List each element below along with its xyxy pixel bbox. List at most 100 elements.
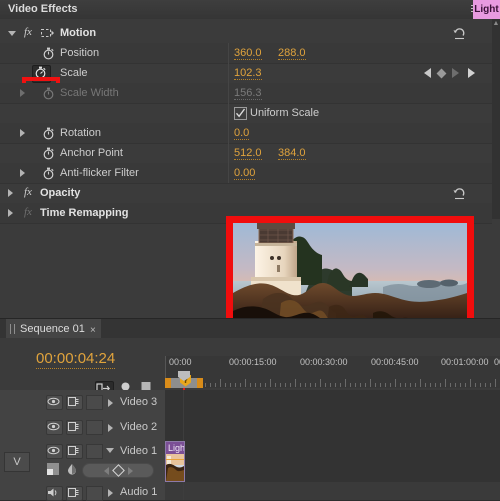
chevron-right-icon[interactable]	[108, 424, 113, 432]
keyframe-nav-scale[interactable]	[424, 68, 475, 78]
fx-icon: fx	[24, 206, 32, 218]
work-area-bar[interactable]	[165, 378, 500, 388]
timeline-clip[interactable]: Ligh	[165, 441, 185, 482]
add-keyframe-diamond-icon[interactable]	[436, 68, 447, 78]
sync-lock-icon[interactable]	[66, 444, 83, 459]
prev-keyframe-icon[interactable]	[103, 466, 109, 475]
eye-icon[interactable]	[46, 420, 63, 435]
sync-lock-icon[interactable]	[66, 395, 83, 410]
track-video-2[interactable]: Video 2	[0, 415, 500, 441]
clip-keyframe-line[interactable]	[166, 459, 184, 460]
track-header[interactable]: V Video 1	[0, 440, 166, 482]
prev-keyframe-icon[interactable]	[424, 68, 431, 78]
stopwatch-icon-scale-width[interactable]	[42, 87, 55, 100]
chevron-down-icon[interactable]	[106, 448, 114, 453]
row-divider	[228, 123, 493, 143]
property-row-uniform-scale[interactable]: Uniform Scale	[0, 103, 492, 124]
property-value-scale[interactable]: 102.3	[234, 67, 262, 80]
effect-group-opacity[interactable]: fx Opacity	[0, 183, 492, 204]
panel-title: Video Effects	[8, 3, 78, 15]
chevron-right-icon[interactable]	[108, 399, 113, 407]
tab-light[interactable]: Light	[473, 0, 500, 19]
stopwatch-icon-position[interactable]	[42, 47, 55, 60]
track-label-video-2: Video 2	[120, 421, 158, 433]
next-keyframe-icon[interactable]	[452, 68, 459, 78]
scroll-up-icon[interactable]: ▲	[492, 19, 500, 29]
effect-controls-scrollbar[interactable]	[492, 19, 500, 219]
property-value-anchor-y[interactable]: 384.0	[278, 147, 306, 160]
track-content[interactable]	[165, 482, 500, 500]
track-content[interactable]	[165, 415, 500, 440]
clip-label: Ligh	[166, 442, 184, 454]
property-value-scale-width[interactable]: 156.3	[234, 87, 262, 100]
property-label-scale-width: Scale Width	[60, 87, 119, 99]
sync-lock-icon[interactable]	[66, 420, 83, 435]
sync-lock-icon[interactable]	[66, 486, 83, 501]
track-label-video-3: Video 3	[120, 396, 158, 408]
stopwatch-icon-anchor-point[interactable]	[42, 147, 55, 160]
property-row-scale[interactable]: Scale 102.3	[0, 63, 492, 84]
timeline-tab-sequence-01[interactable]: Sequence 01 ×	[6, 319, 101, 339]
uniform-scale-checkbox[interactable]	[234, 107, 247, 120]
track-target-box[interactable]	[86, 395, 103, 410]
track-target-box[interactable]	[86, 486, 103, 501]
timeline-tab-label: Sequence 01	[20, 323, 85, 335]
property-row-scale-width[interactable]: Scale Width 156.3	[0, 83, 492, 104]
source-track-indicator-v[interactable]: V	[4, 452, 30, 472]
property-label-anti-flicker: Anti-flicker Filter	[60, 167, 139, 179]
opacity-icon[interactable]	[66, 463, 78, 478]
reset-icon-motion[interactable]	[452, 26, 466, 40]
property-label-uniform-scale: Uniform Scale	[250, 107, 320, 119]
eye-icon[interactable]	[46, 444, 63, 459]
chevron-right-icon[interactable]	[8, 189, 13, 197]
track-header[interactable]: Video 3	[0, 390, 166, 415]
property-row-anchor-point[interactable]: Anchor Point 512.0 384.0	[0, 143, 492, 164]
property-label-position: Position	[60, 47, 100, 59]
next-keyframe-icon[interactable]	[127, 466, 133, 475]
track-audio-1[interactable]: Audio 1	[0, 482, 500, 501]
property-value-position-y[interactable]: 288.0	[278, 47, 306, 60]
property-row-anti-flicker[interactable]: Anti-flicker Filter 0.00	[0, 163, 492, 184]
fx-icon: fx	[24, 26, 32, 38]
speaker-icon[interactable]	[46, 486, 63, 501]
track-content[interactable]: Ligh	[165, 440, 500, 482]
effect-group-motion[interactable]: fx Motion	[0, 23, 492, 44]
transform-box-icon	[40, 28, 54, 41]
track-keyframe-nav[interactable]	[82, 463, 154, 478]
track-video-3[interactable]: Video 3	[0, 390, 500, 416]
keyframe-diamond-icon[interactable]	[111, 464, 125, 477]
timeline-panel-header: Sequence 01 ×	[0, 318, 500, 340]
eye-icon[interactable]	[46, 395, 63, 410]
tab-grip-icon	[10, 324, 15, 334]
ruler-label-3: 00:00:45:00	[371, 357, 419, 367]
property-value-rotation[interactable]: 0.0	[234, 127, 250, 140]
effect-group-label-opacity: Opacity	[40, 187, 81, 199]
property-row-rotation[interactable]: Rotation 0.0	[0, 123, 492, 144]
row-divider	[228, 143, 493, 163]
track-video-1[interactable]: V Video 1 Ligh	[0, 440, 500, 483]
track-header[interactable]: Video 2	[0, 415, 166, 440]
chevron-right-icon[interactable]	[20, 129, 25, 137]
property-row-position[interactable]: Position 360.0 288.0	[0, 43, 492, 64]
chevron-right-icon[interactable]	[20, 169, 25, 177]
property-label-scale: Scale	[60, 67, 88, 79]
chevron-right-icon[interactable]	[108, 489, 113, 497]
chevron-right-icon[interactable]	[20, 89, 25, 97]
next-arrow-icon[interactable]	[468, 68, 475, 78]
property-value-position-x[interactable]: 360.0	[234, 47, 262, 60]
ruler-label-5: 00:	[494, 357, 500, 367]
track-content[interactable]	[165, 390, 500, 415]
stopwatch-icon-rotation[interactable]	[42, 127, 55, 140]
track-header[interactable]: Audio 1	[0, 482, 166, 501]
timeline-timecode[interactable]: 00:00:04:24	[36, 350, 116, 369]
property-value-anchor-x[interactable]: 512.0	[234, 147, 262, 160]
property-value-anti-flicker[interactable]: 0.00	[234, 167, 256, 180]
keyframe-display-icon[interactable]	[46, 462, 60, 479]
track-target-box[interactable]	[86, 444, 103, 459]
track-target-box[interactable]	[86, 420, 103, 435]
track-label-audio-1: Audio 1	[120, 486, 158, 498]
stopwatch-icon-anti-flicker[interactable]	[42, 167, 55, 180]
chevron-down-icon[interactable]	[8, 31, 16, 36]
chevron-right-icon[interactable]	[8, 209, 13, 217]
reset-icon-opacity[interactable]	[452, 186, 466, 200]
